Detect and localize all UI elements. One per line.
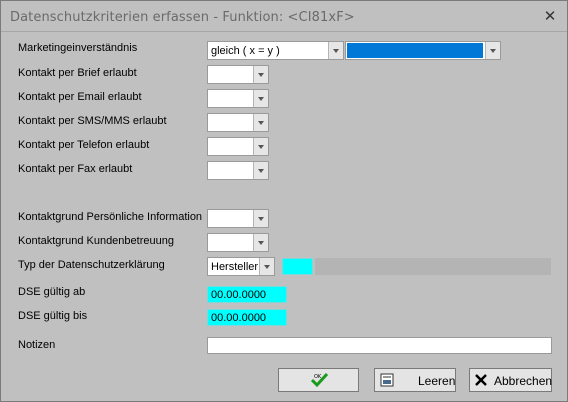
- abbrechen-button[interactable]: Abbrechen: [469, 368, 552, 392]
- chevron-down-icon[interactable]: [328, 42, 343, 59]
- label-typ-datenschutzerklaerung: Typ der Datenschutzerklärung: [18, 259, 165, 271]
- label-kontakt-telefon: Kontakt per Telefon erlaubt: [18, 139, 150, 151]
- chevron-down-icon[interactable]: [259, 258, 274, 275]
- kontaktgrund-info-combo[interactable]: [207, 209, 269, 228]
- selected-value-highlight: [347, 43, 483, 58]
- dse-gueltig-bis-input[interactable]: 00.00.0000: [207, 309, 287, 326]
- kontakt-telefon-combo[interactable]: [207, 137, 269, 156]
- kontakt-fax-combo[interactable]: [207, 161, 269, 180]
- dialog-window: Datenschutzkriterien erfassen - Funktion…: [0, 0, 568, 402]
- kontakt-email-combo[interactable]: [207, 89, 269, 108]
- label-kontaktgrund-info: Kontaktgrund Persönliche Information: [18, 211, 203, 223]
- close-icon[interactable]: ✕: [542, 8, 558, 24]
- chevron-down-icon[interactable]: [485, 42, 500, 59]
- marketing-value-combo[interactable]: [345, 41, 501, 60]
- dse-gueltig-ab-input[interactable]: 00.00.0000: [207, 286, 287, 303]
- chevron-down-icon[interactable]: [253, 210, 268, 227]
- svg-text:OK: OK: [314, 374, 322, 380]
- chevron-down-icon[interactable]: [253, 66, 268, 83]
- label-kontakt-fax: Kontakt per Fax erlaubt: [18, 163, 133, 175]
- kontaktgrund-betreuung-combo[interactable]: [207, 233, 269, 252]
- label-kontaktgrund-betreuung: Kontaktgrund Kundenbetreuung: [18, 235, 174, 247]
- typ-code-field[interactable]: [282, 258, 313, 275]
- typ-value: Hersteller: [211, 261, 259, 273]
- typ-datenschutzerklaerung-combo[interactable]: Hersteller: [207, 257, 275, 276]
- chevron-down-icon[interactable]: [253, 90, 268, 107]
- kontakt-brief-combo[interactable]: [207, 65, 269, 84]
- notizen-input[interactable]: [207, 337, 552, 354]
- leeren-button-label: Leeren: [418, 374, 456, 388]
- label-marketing: Marketingeinverständnis: [18, 42, 138, 54]
- label-notizen: Notizen: [18, 339, 56, 351]
- ok-checkmark-icon: OK: [311, 372, 329, 388]
- clear-form-icon: [380, 373, 394, 387]
- leeren-button[interactable]: Leeren: [374, 368, 456, 392]
- chevron-down-icon[interactable]: [253, 162, 268, 179]
- cancel-x-icon: [475, 374, 487, 386]
- title-bar: Datenschutzkriterien erfassen - Funktion…: [1, 1, 567, 32]
- label-dse-gueltig-bis: DSE gültig bis: [18, 310, 88, 322]
- typ-description-field: [315, 258, 551, 275]
- label-dse-gueltig-ab: DSE gültig ab: [18, 286, 86, 298]
- kontakt-sms-combo[interactable]: [207, 113, 269, 132]
- chevron-down-icon[interactable]: [253, 114, 268, 131]
- chevron-down-icon[interactable]: [253, 234, 268, 251]
- ok-button[interactable]: OK: [278, 368, 359, 392]
- label-kontakt-sms: Kontakt per SMS/MMS erlaubt: [18, 115, 167, 127]
- marketing-operator-value: gleich ( x = y ): [211, 45, 280, 57]
- label-kontakt-brief: Kontakt per Brief erlaubt: [18, 67, 137, 79]
- window-title: Datenschutzkriterien erfassen - Funktion…: [10, 10, 355, 25]
- chevron-down-icon[interactable]: [253, 138, 268, 155]
- marketing-operator-combo[interactable]: gleich ( x = y ): [207, 41, 344, 60]
- label-kontakt-email: Kontakt per Email erlaubt: [18, 91, 142, 103]
- abbrechen-button-label: Abbrechen: [494, 374, 553, 388]
